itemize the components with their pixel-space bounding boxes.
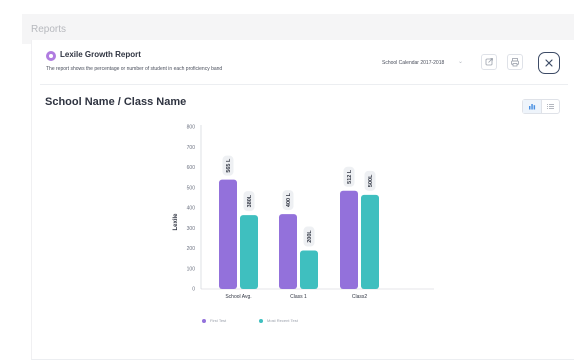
y-tick-label: 0 — [192, 287, 195, 293]
x-tick-label: Class2 — [352, 294, 368, 300]
data-label: 400 L — [286, 192, 292, 207]
bar-most-recent-test — [240, 215, 258, 289]
legend-first-test-label: First Test — [210, 318, 227, 323]
y-tick-label: 600 — [187, 165, 196, 171]
data-label: 512 L — [347, 169, 353, 184]
legend-first-test-swatch — [202, 319, 206, 323]
y-tick-label: 800 — [187, 125, 196, 131]
x-tick-label: Class 1 — [290, 294, 307, 300]
legend-most-recent-test-label: Most Recent Test — [267, 318, 298, 323]
bar-first-test — [219, 179, 237, 289]
x-tick-label: School Avg. — [225, 294, 251, 300]
bar-most-recent-test — [300, 250, 318, 289]
lexile-bar-chart: 0 100 200 300 400 500 600 700 800 Lexile 565 L 380L… — [173, 125, 434, 300]
bar-first-test — [279, 214, 297, 289]
data-label: 380L — [247, 194, 253, 207]
y-tick-label: 200 — [187, 246, 196, 252]
y-axis-label: Lexile — [173, 213, 179, 231]
y-tick-label: 500 — [187, 185, 196, 191]
reports-page: Reports Lexile Growth Report The report … — [0, 0, 574, 362]
y-tick-label: 100 — [187, 266, 196, 272]
y-tick-label: 300 — [187, 226, 196, 232]
y-tick-label: 700 — [187, 145, 196, 151]
data-label: 200L — [307, 230, 313, 243]
legend-most-recent-test-swatch — [259, 319, 263, 323]
bar-first-test — [340, 190, 358, 289]
y-tick-label: 400 — [187, 206, 196, 212]
data-label: 565 L — [226, 158, 232, 173]
data-label: 500L — [368, 174, 374, 187]
bar-most-recent-test — [361, 194, 379, 289]
